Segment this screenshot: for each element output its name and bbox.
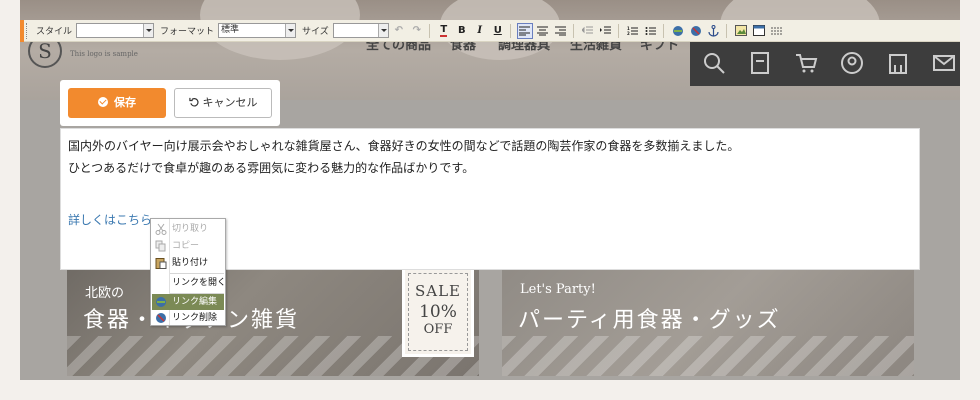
paste-icon [155,258,167,269]
cart-icon[interactable] [794,51,818,75]
logo-tagline: This logo is sample [70,50,138,58]
sale-tag: SALE 10% OFF [402,267,474,357]
insert-table-icon[interactable] [751,23,767,39]
menu-label-edit-link: リンク編集 [172,297,218,307]
format-value: 標準 [221,25,240,35]
remove-link-icon [156,313,166,323]
menu-item-paste[interactable]: 貼り付け [152,255,224,271]
context-menu: 切り取り コピー 貼り付け リンクを開く リンク編集 リンク削除 [150,218,226,326]
scissors-icon [155,223,167,235]
menu-label-remove-link: リンク削除 [172,313,218,323]
redo-icon[interactable]: ↷ [409,23,425,39]
user-icon[interactable] [840,51,864,75]
editor-toolbar: スタイル フォーマット 標準 サイズ ↶ ↷ T B I U 12 [20,20,960,42]
sale-text: SALE [414,282,462,300]
save-button-label: 保存 [114,96,136,109]
save-button[interactable]: 保存 [68,88,166,118]
banner-party-goods[interactable]: Let's Party! パーティ用食器・グッズ [502,264,914,376]
store-icon[interactable] [886,51,910,75]
sale-percent: 10% [419,302,457,322]
menu-label-copy: コピー [172,241,200,251]
chevron-down-icon [143,24,154,37]
chevron-down-icon [285,24,296,37]
ordered-list-icon[interactable]: 12 [625,23,641,39]
paragraph-2[interactable]: ひとつあるだけで食卓が趣のある雰囲気に変わる魅力的な作品ばかりです。 [68,159,474,176]
edit-action-bar: 保存 キャンセル [60,80,280,126]
sale-off: OFF [423,322,453,337]
chevron-down-icon [377,24,388,37]
toolbar-grip[interactable] [20,20,24,42]
mail-icon[interactable] [932,51,956,75]
format-select[interactable]: 標準 [218,23,297,38]
insert-link-icon[interactable] [670,23,686,39]
undo-icon [188,97,199,107]
edit-link-icon [156,297,166,307]
banner-nordic-tableware[interactable]: 北欧の 食器・キッチン雑貨 SALE 10% OFF [67,264,479,376]
align-right-icon[interactable] [553,23,569,39]
text-color-icon[interactable]: T [436,23,452,39]
horizontal-rule-icon[interactable] [769,23,785,39]
cancel-button[interactable]: キャンセル [174,88,272,118]
cancel-button-label: キャンセル [202,96,258,109]
menu-label-cut: 切り取り [172,224,209,234]
bullet-list-icon[interactable] [643,23,659,39]
align-left-icon[interactable] [516,22,533,39]
underline-button[interactable]: U [490,23,506,39]
svg-text:2: 2 [627,31,630,36]
banner-subtitle: Let's Party! [520,282,596,297]
details-link[interactable]: 詳しくはこちら [68,211,152,228]
align-center-icon[interactable] [535,23,551,39]
remove-link-icon[interactable] [688,23,704,39]
anchor-icon[interactable] [706,23,722,39]
italic-button[interactable]: I [472,23,488,39]
style-select[interactable] [76,23,155,38]
search-icon[interactable] [702,51,726,75]
style-label: スタイル [36,27,73,37]
size-label: サイズ [302,27,329,37]
menu-label-paste: 貼り付け [172,258,209,268]
bold-button[interactable]: B [454,23,470,39]
menu-item-copy[interactable]: コピー [152,238,224,254]
indent-icon[interactable] [598,23,614,39]
document-icon[interactable] [748,51,772,75]
paragraph-1[interactable]: 国内外のバイヤー向け展示会やおしゃれな雑貨屋さん、食器好きの女性の間などで話題の… [68,137,739,154]
menu-label-open-link: リンクを開く [172,278,227,288]
size-select[interactable] [332,23,389,38]
menu-item-edit-link[interactable]: リンク編集 [152,294,224,310]
header-icon-bar [690,40,960,86]
format-label: フォーマット [160,27,215,37]
menu-item-open-link[interactable]: リンクを開く [152,275,227,291]
outdent-icon[interactable] [580,23,596,39]
menu-item-cut[interactable]: 切り取り [152,221,224,237]
menu-item-remove-link[interactable]: リンク削除 [152,310,224,326]
banner-title: パーティ用食器・グッズ [518,308,781,333]
copy-icon [155,240,166,252]
banner-subtitle: 北欧の [85,286,125,301]
insert-image-icon[interactable] [733,23,749,39]
undo-icon[interactable]: ↶ [391,23,407,39]
check-circle-icon [98,97,108,107]
